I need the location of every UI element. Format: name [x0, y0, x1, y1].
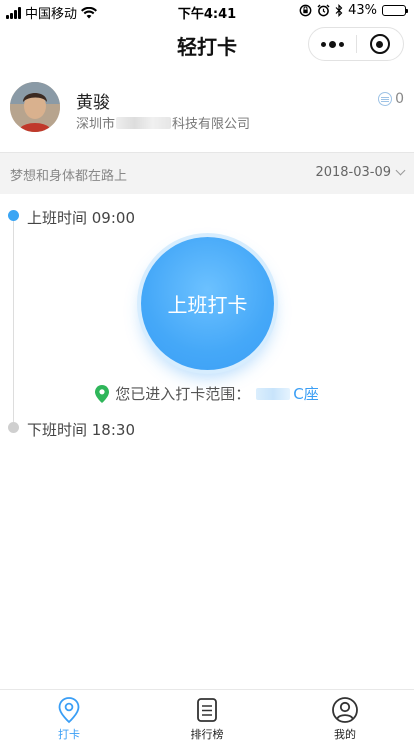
blurred-text — [116, 116, 172, 129]
motto-text: 梦想和身体都在路上 — [10, 169, 128, 184]
motto-date-bar: 梦想和身体都在路上 2018-03-09 — [0, 152, 414, 194]
battery-percent: 43% — [348, 3, 377, 18]
end-time-dot — [8, 422, 19, 433]
orientation-lock-icon — [299, 4, 312, 17]
avatar[interactable] — [10, 82, 60, 132]
coin-icon — [378, 92, 393, 106]
tab-punch[interactable]: 打卡 — [0, 690, 138, 747]
range-text: 您已进入打卡范围： — [115, 385, 251, 403]
tab-label: 排行榜 — [190, 728, 224, 741]
points-badge[interactable]: 0 — [378, 91, 404, 107]
bluetooth-icon — [335, 4, 343, 17]
chevron-down-icon — [395, 165, 406, 176]
blurred-location — [256, 387, 291, 400]
user-name: 黄骏 — [76, 93, 110, 113]
alarm-icon — [317, 4, 330, 17]
title-bar: 轻打卡 — [0, 22, 414, 68]
location-pin-icon — [95, 384, 110, 403]
user-profile-icon — [332, 697, 358, 723]
tab-ranking[interactable]: 排行榜 — [138, 690, 276, 747]
user-profile-card: 黄骏 深圳市 科技有限公司 0 — [0, 68, 414, 152]
range-location: C座 — [256, 383, 319, 404]
company-prefix: 深圳市 — [76, 117, 116, 132]
start-work-time: 上班时间 09:00 — [27, 209, 135, 227]
punch-range-status: 您已进入打卡范围： C座 — [0, 383, 414, 404]
tab-mine[interactable]: 我的 — [276, 690, 414, 747]
tab-label: 打卡 — [58, 728, 80, 741]
more-button[interactable] — [309, 28, 356, 60]
location-pin-icon — [58, 697, 80, 724]
close-target-icon — [369, 34, 390, 54]
more-dots-icon — [320, 40, 344, 48]
range-location-name: C座 — [293, 385, 319, 403]
company-name: 深圳市 科技有限公司 — [76, 113, 250, 132]
battery-icon — [382, 5, 408, 16]
points-value: 0 — [395, 91, 404, 107]
punch-in-button[interactable]: 上班打卡 — [141, 237, 274, 370]
company-suffix: 科技有限公司 — [172, 117, 251, 132]
date-value: 2018-03-09 — [315, 165, 391, 180]
avatar-image — [10, 82, 60, 132]
status-right: 43% — [299, 3, 408, 18]
bottom-tab-bar: 打卡 排行榜 我的 — [0, 689, 414, 747]
punch-in-label: 上班打卡 — [167, 293, 248, 317]
end-work-time: 下班时间 18:30 — [27, 421, 135, 439]
mini-program-capsule — [308, 27, 404, 61]
date-selector[interactable]: 2018-03-09 — [315, 165, 406, 180]
close-mini-program-button[interactable] — [357, 28, 404, 60]
start-time-dot — [8, 210, 19, 221]
tab-label: 我的 — [334, 728, 356, 741]
list-board-icon — [197, 698, 217, 722]
status-bar: 中国移动 下午4:41 43% — [0, 0, 414, 22]
